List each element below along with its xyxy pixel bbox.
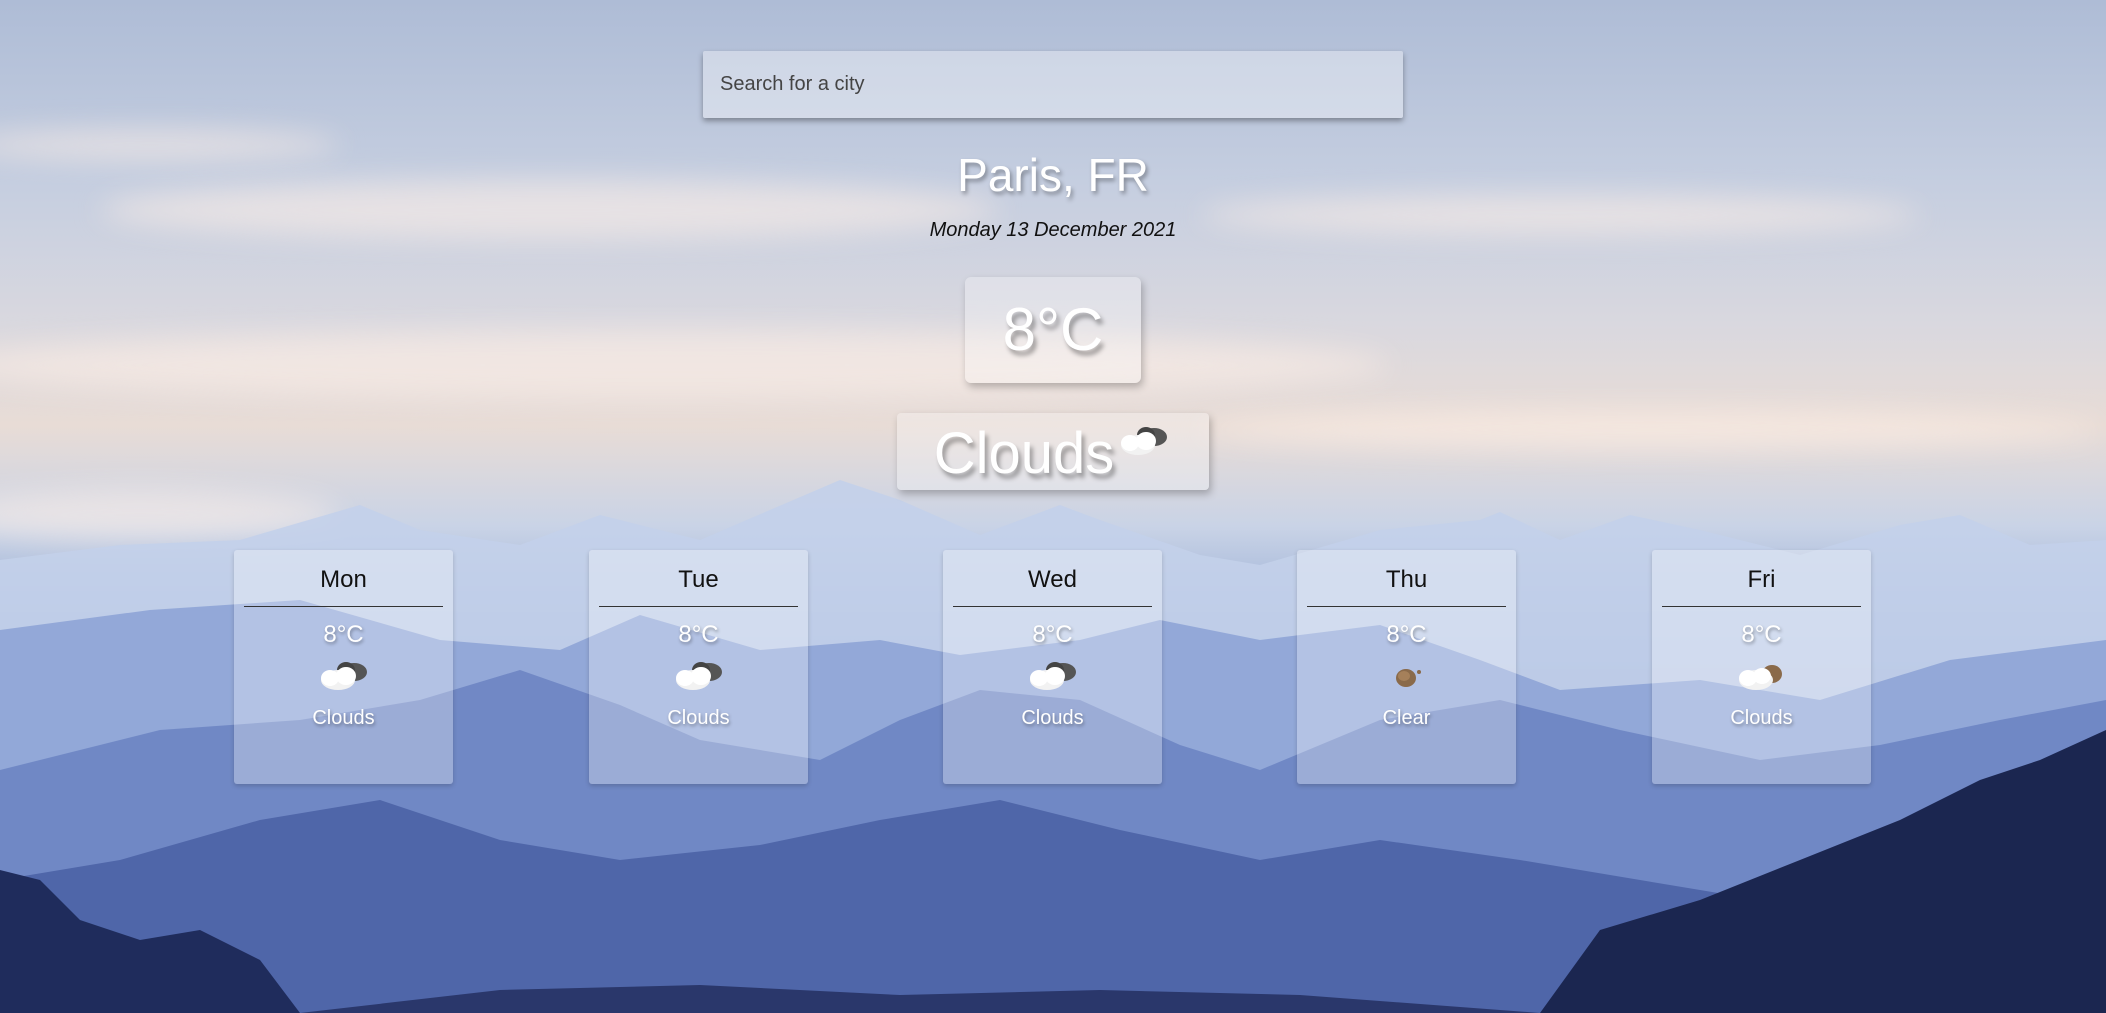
- forecast-card-wed: Wed 8°C Clouds: [943, 550, 1162, 784]
- forecast-temp: 8°C: [1386, 621, 1427, 648]
- clouds-icon: [1029, 662, 1076, 690]
- forecast-temp: 8°C: [323, 621, 364, 648]
- current-condition-box: Clouds: [897, 413, 1209, 490]
- forecast-card-mon: Mon 8°C Clouds: [234, 550, 453, 784]
- weather-app: Paris, FR Monday 13 December 2021 8°C Cl…: [0, 0, 2106, 1013]
- forecast-temp: 8°C: [1741, 621, 1782, 648]
- forecast-card-tue: Tue 8°C Clouds: [589, 550, 808, 784]
- location-title: Paris, FR: [957, 149, 1149, 201]
- forecast-day: Tue: [599, 566, 798, 607]
- forecast-card-fri: Fri 8°C Clouds: [1652, 550, 1871, 784]
- current-temperature: 8°C: [965, 277, 1141, 383]
- forecast-temp: 8°C: [678, 621, 719, 648]
- forecast-card-thu: Thu 8°C Clear: [1297, 550, 1516, 784]
- current-condition-label: Clouds: [933, 421, 1115, 486]
- forecast-day: Mon: [244, 566, 443, 607]
- forecast-day: Fri: [1662, 566, 1861, 607]
- forecast-desc: Clear: [1382, 707, 1431, 729]
- search-input[interactable]: [703, 51, 1403, 118]
- clouds-icon: [1121, 427, 1168, 455]
- forecast-day: Wed: [953, 566, 1152, 607]
- clouds-icon: [320, 662, 367, 690]
- clear-icon: [1395, 669, 1421, 687]
- clouds-icon: [675, 662, 722, 690]
- clouds-icon: [1738, 665, 1782, 690]
- forecast-temp: 8°C: [1032, 621, 1073, 648]
- forecast-desc: Clouds: [667, 707, 730, 729]
- forecast-desc: Clouds: [1730, 707, 1793, 729]
- forecast-desc: Clouds: [312, 707, 375, 729]
- current-date: Monday 13 December 2021: [929, 219, 1177, 241]
- forecast-desc: Clouds: [1021, 707, 1084, 729]
- search-bar: [703, 51, 1403, 118]
- forecast-day: Thu: [1307, 566, 1506, 607]
